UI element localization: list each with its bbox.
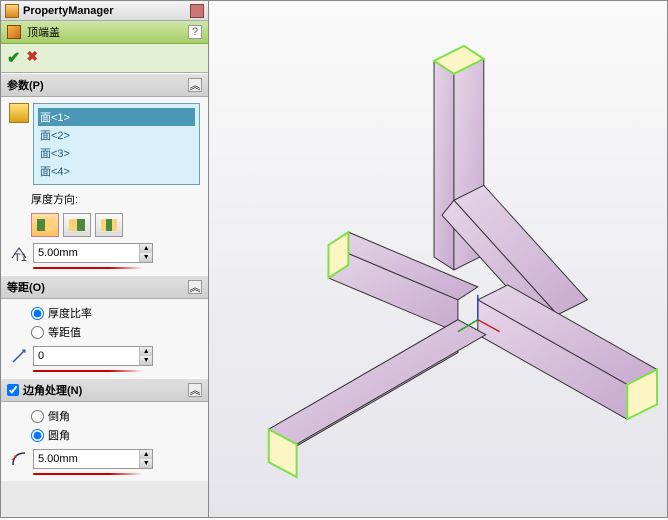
property-manager-panel: PropertyManager 顶端盖 ? ✔ ✖ 参数(P) ︽ 面<1> 面…: [1, 1, 209, 517]
thickness-icon: T1: [9, 243, 29, 263]
pushpin-controls: [190, 4, 204, 18]
dir-both-button[interactable]: [95, 213, 123, 237]
thickness-input[interactable]: [34, 247, 139, 259]
3d-viewport[interactable]: [209, 1, 667, 517]
thickness-spinner[interactable]: ▲▼: [33, 243, 153, 263]
confirm-row: ✔ ✖: [1, 44, 208, 73]
chevron-up-icon[interactable]: ︽: [188, 78, 202, 92]
section-offset-head[interactable]: 等距(O) ︽: [1, 275, 208, 299]
feature-icon: [5, 4, 19, 18]
fillet-icon: [9, 449, 29, 469]
offset-ratio-radio[interactable]: 厚度比率: [31, 305, 200, 321]
dir-outward-button[interactable]: [31, 213, 59, 237]
help-button[interactable]: ?: [188, 25, 202, 39]
pm-title: PropertyManager: [23, 5, 113, 17]
feature-title-bar: 顶端盖 ?: [1, 21, 208, 44]
face-select-icon: [9, 103, 29, 123]
annotation-line: [33, 473, 143, 475]
offset-spinner[interactable]: ▲▼: [33, 346, 153, 366]
pm-header: PropertyManager: [1, 1, 208, 21]
chevron-up-icon[interactable]: ︽: [188, 280, 202, 294]
feature-name: 顶端盖: [27, 24, 182, 40]
section-corner-body: 倒角 圆角 ▲▼: [1, 402, 208, 481]
cube-icon: [7, 25, 21, 39]
pushpin-icon[interactable]: [190, 4, 204, 18]
annotation-line: [33, 267, 143, 269]
spin-up[interactable]: ▲: [140, 244, 152, 253]
corner-fillet-radio[interactable]: 圆角: [31, 427, 200, 443]
spin-up[interactable]: ▲: [140, 450, 152, 459]
thickness-dir-label: 厚度方向:: [9, 191, 200, 207]
face-item[interactable]: 面<2>: [38, 126, 195, 144]
face-selection-list[interactable]: 面<1> 面<2> 面<3> 面<4>: [33, 103, 200, 185]
section-corner-head[interactable]: 边角处理(N) ︽: [1, 378, 208, 402]
section-corner-title: 边角处理(N): [23, 382, 82, 398]
model-svg: [209, 1, 667, 517]
section-offset-title: 等距(O): [7, 279, 45, 295]
ok-button[interactable]: ✔: [7, 48, 20, 68]
fillet-input[interactable]: [34, 453, 139, 465]
fillet-spinner[interactable]: ▲▼: [33, 449, 153, 469]
dir-inward-button[interactable]: [63, 213, 91, 237]
section-params-body: 面<1> 面<2> 面<3> 面<4> 厚度方向: T1 ▲▼: [1, 97, 208, 275]
face-item[interactable]: 面<4>: [38, 162, 195, 180]
cancel-button[interactable]: ✖: [26, 48, 38, 68]
offset-input[interactable]: [34, 350, 139, 362]
offset-icon: [9, 346, 29, 366]
spin-down[interactable]: ▼: [140, 356, 152, 365]
section-offset-body: 厚度比率 等距值 ▲▼: [1, 299, 208, 378]
spin-down[interactable]: ▼: [140, 459, 152, 468]
spin-up[interactable]: ▲: [140, 347, 152, 356]
annotation-line: [33, 370, 143, 372]
spin-down[interactable]: ▼: [140, 253, 152, 262]
svg-text:T1: T1: [14, 252, 27, 262]
face-item[interactable]: 面<1>: [38, 108, 195, 126]
corner-chamfer-radio[interactable]: 倒角: [31, 408, 200, 424]
section-params-head[interactable]: 参数(P) ︽: [1, 73, 208, 97]
face-item[interactable]: 面<3>: [38, 144, 195, 162]
offset-value-radio[interactable]: 等距值: [31, 324, 200, 340]
chevron-up-icon[interactable]: ︽: [188, 383, 202, 397]
section-params-title: 参数(P): [7, 77, 44, 93]
corner-enable-checkbox[interactable]: [7, 384, 19, 396]
